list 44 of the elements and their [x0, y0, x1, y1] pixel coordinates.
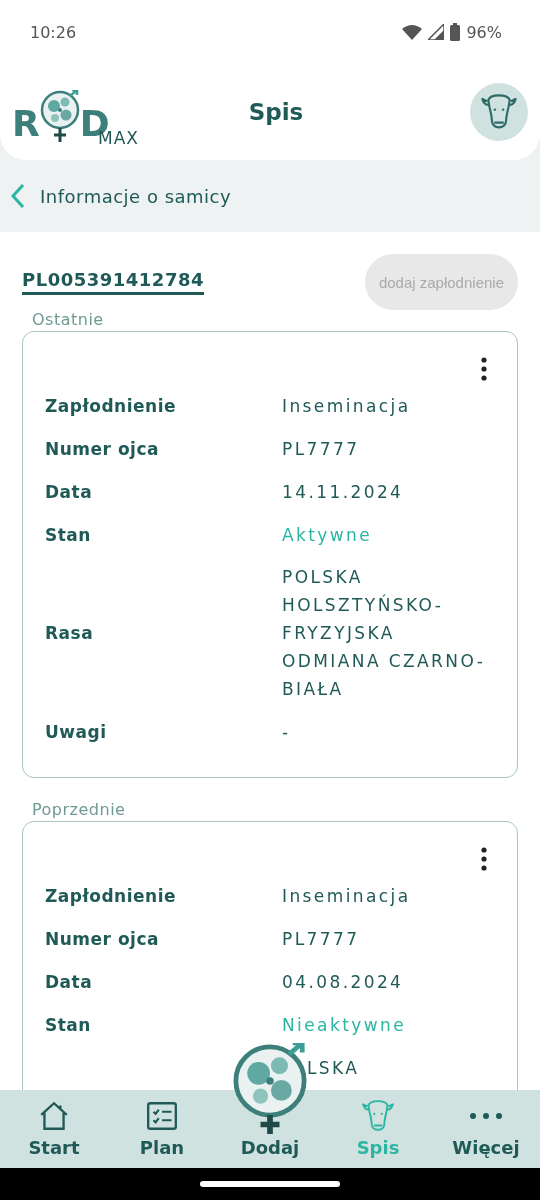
status-time: 10:26 [30, 22, 78, 42]
field-label: Data [45, 971, 94, 992]
logo-icon [39, 90, 80, 142]
field-label: Rasa [45, 623, 95, 643]
field-label: Zapłodnienie [45, 395, 178, 416]
section-title: Ostatnie [31, 310, 105, 329]
back-link[interactable]: Informacje o samicy [40, 185, 232, 207]
field-value: PL7777 [282, 437, 361, 461]
section-title: Poprzednie [31, 800, 127, 819]
battery-level: 96% [466, 22, 502, 42]
field-label: Stan [45, 1014, 92, 1035]
nav-tab[interactable]: Plan [108, 1090, 216, 1168]
cow-icon [360, 1099, 396, 1133]
field-label: Data [45, 481, 94, 502]
logo-icon[interactable] [232, 1043, 308, 1134]
status-value: Nieaktywne [282, 1013, 408, 1037]
checklist-icon [144, 1099, 180, 1133]
page-title: Spis [247, 99, 305, 125]
status-value: Aktywne [282, 523, 374, 547]
field-label: Stan [45, 524, 92, 545]
nav-tab[interactable]: Start [0, 1090, 108, 1168]
more-icon[interactable] [481, 357, 487, 381]
more-icon[interactable] [481, 847, 487, 871]
nav-tab[interactable]: Dodaj [216, 1137, 324, 1168]
animal-id: PL005391412784 [22, 269, 204, 295]
field-value: POLSKA HOLSZTYŃSKO-FRYZYJSKA ODMIANA CZARNO-BIAŁA [282, 566, 487, 701]
field-label: Numer ojca [45, 438, 160, 459]
field-value: Inseminacja [282, 394, 412, 418]
field-value: 04.08.2024 [282, 970, 405, 994]
field-value: 14.11.2024 [282, 480, 405, 504]
field-label: Zapłodnienie [45, 885, 178, 906]
cow-icon [480, 93, 518, 131]
field-value: PL7777 [282, 927, 361, 951]
field-label: Uwagi [45, 721, 108, 742]
field-value: - [282, 720, 292, 744]
wifi-icon [402, 24, 423, 40]
nav-tab[interactable]: Więcej [432, 1090, 540, 1168]
field-value: Inseminacja [282, 884, 412, 908]
signal-icon [428, 24, 445, 40]
more-icon [470, 1113, 502, 1119]
field-value: LSKA [307, 1056, 360, 1080]
battery-icon [450, 23, 461, 41]
field-label: Numer ojca [45, 928, 160, 949]
logo-letter: R [12, 106, 40, 142]
